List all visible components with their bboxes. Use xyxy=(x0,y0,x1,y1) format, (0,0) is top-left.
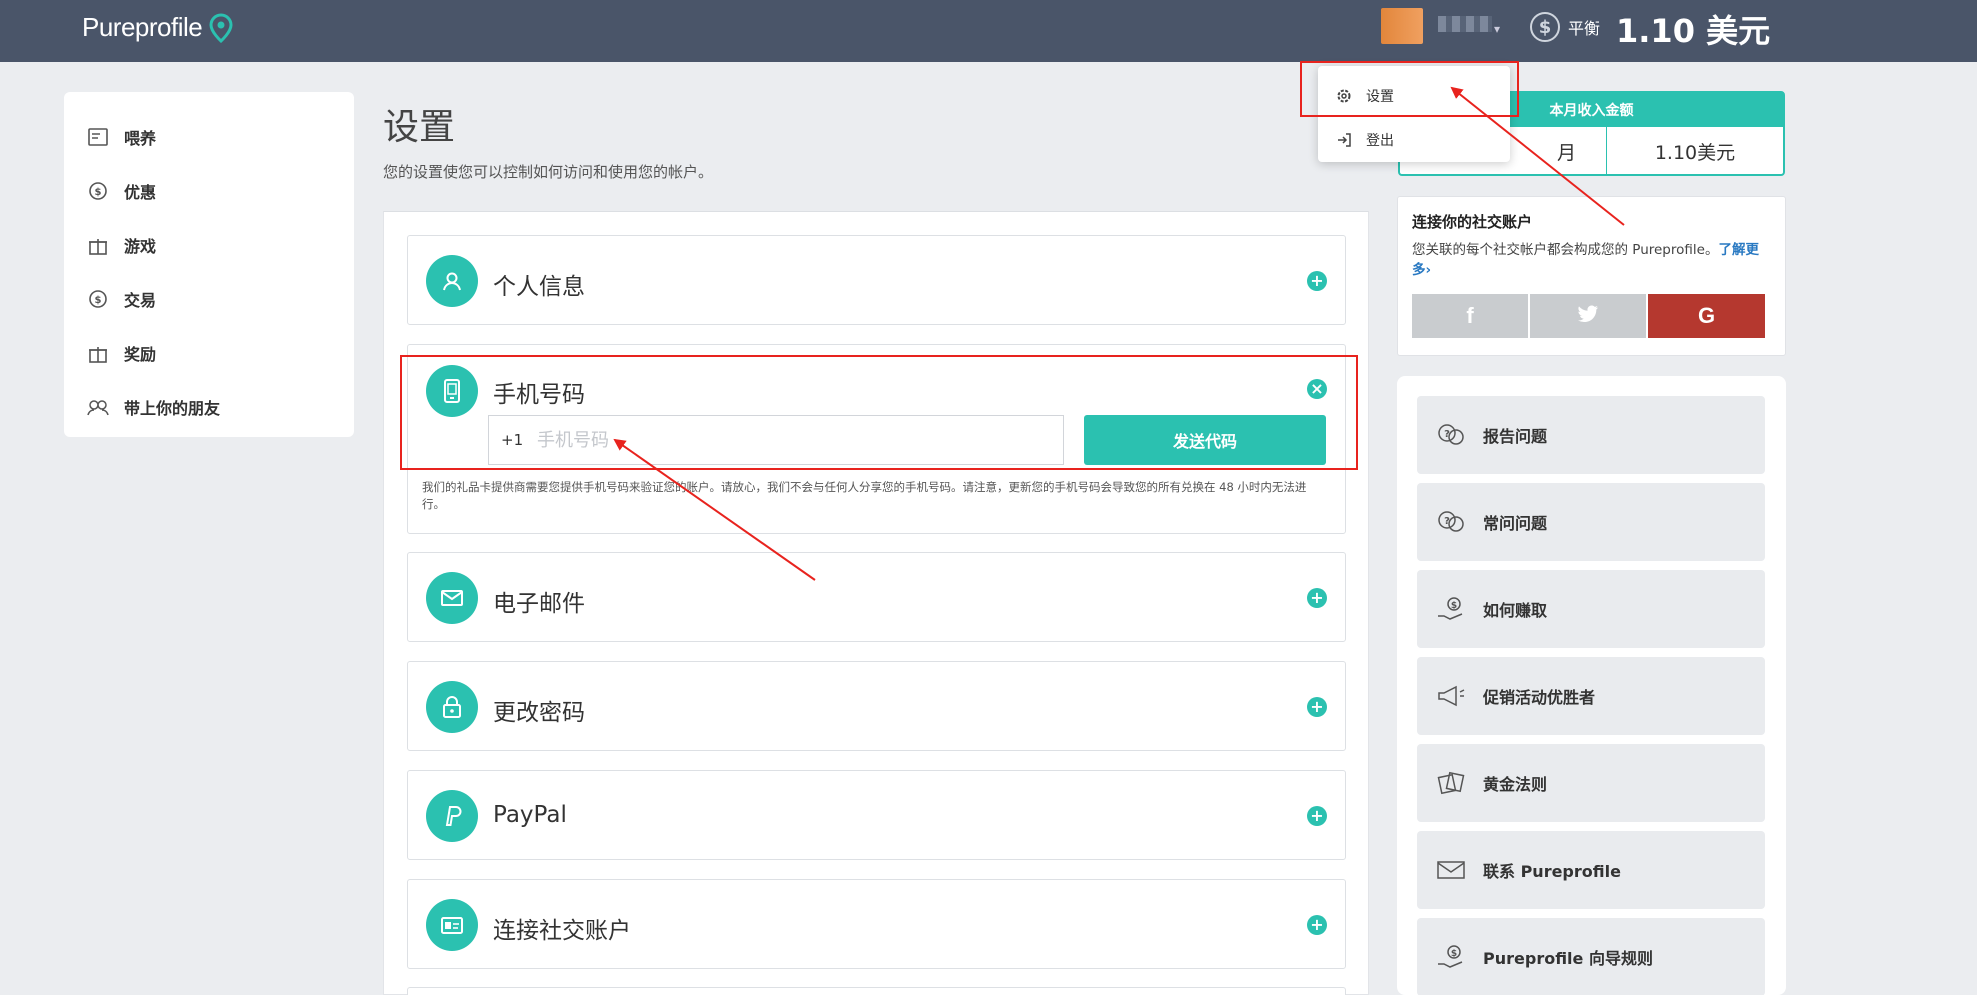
svg-text:$: $ xyxy=(95,295,102,306)
social-text: 您关联的每个社交帐户都会构成您的 Pureprofile。了解更多› xyxy=(1412,242,1759,278)
hand-coin-icon: $ xyxy=(1435,596,1467,622)
sidebar-item-feed[interactable]: 喂养 xyxy=(64,110,354,164)
brand-logo[interactable]: Pureprofile xyxy=(82,12,234,43)
google-icon: G xyxy=(1697,303,1716,328)
section-next-partial xyxy=(407,987,1346,995)
chevron-down-icon[interactable]: ▾ xyxy=(1494,22,1500,36)
chat-question-icon: ? xyxy=(1435,510,1467,534)
avatar[interactable] xyxy=(1381,8,1423,44)
section-email[interactable]: 电子邮件 + xyxy=(407,552,1346,642)
help-item-report-issue[interactable]: ? 报告问题 xyxy=(1417,396,1765,474)
section-connect-social[interactable]: 连接社交账户 + xyxy=(407,879,1346,969)
menu-item-logout[interactable]: 登出 xyxy=(1318,118,1510,162)
chat-question-icon: ? xyxy=(1435,423,1467,447)
help-item-label: 联系 Pureprofile xyxy=(1483,862,1621,881)
svg-text:?: ? xyxy=(1444,516,1450,527)
sidebar: 喂养 $ 优惠 游戏 $ 交易 奖励 带上你的朋友 xyxy=(64,92,354,437)
help-item-how-to-earn[interactable]: $ 如何赚取 xyxy=(1417,570,1765,648)
twitter-icon xyxy=(1577,303,1599,329)
top-bar: Pureprofile ▾ $ 平衡 1.10 美元 xyxy=(0,0,1977,62)
feed-icon xyxy=(86,126,110,148)
sidebar-item-label: 优惠 xyxy=(124,183,157,202)
sidebar-item-games[interactable]: 游戏 xyxy=(64,218,354,272)
section-personal-info[interactable]: 个人信息 + xyxy=(407,235,1346,325)
sidebar-item-label: 带上你的朋友 xyxy=(124,399,221,418)
envelope-icon xyxy=(1435,859,1467,881)
google-button[interactable]: G xyxy=(1648,294,1765,338)
sidebar-item-label: 奖励 xyxy=(124,345,157,364)
sidebar-item-label: 游戏 xyxy=(124,237,157,256)
svg-text:$: $ xyxy=(95,187,102,198)
expand-plus-icon[interactable]: + xyxy=(1307,588,1327,608)
balance-amount: 1.10 美元 xyxy=(1616,12,1771,50)
offers-icon: $ xyxy=(86,180,110,202)
paypal-icon xyxy=(426,790,478,842)
section-title: 个人信息 xyxy=(493,274,585,300)
annotation-box-phone xyxy=(400,355,1358,470)
tickets-icon xyxy=(1435,771,1467,795)
help-item-label: 报告问题 xyxy=(1483,427,1548,446)
menu-item-label: 登出 xyxy=(1366,133,1394,149)
sidebar-item-offers[interactable]: $ 优惠 xyxy=(64,164,354,218)
help-item-promo-winners[interactable]: 促销活动优胜者 xyxy=(1417,657,1765,735)
sidebar-item-label: 交易 xyxy=(124,291,157,310)
expand-plus-icon[interactable]: + xyxy=(1307,271,1327,291)
twitter-button[interactable] xyxy=(1530,294,1646,338)
help-item-label: 促销活动优胜者 xyxy=(1483,688,1596,707)
section-title: 连接社交账户 xyxy=(493,918,631,944)
trade-icon: $ xyxy=(86,288,110,310)
logout-icon xyxy=(1334,132,1354,148)
megaphone-icon xyxy=(1435,684,1467,708)
facebook-button[interactable]: f xyxy=(1412,294,1528,338)
dollar-coin-icon: $ xyxy=(1530,12,1560,42)
help-item-label: Pureprofile 向导规则 xyxy=(1483,949,1653,968)
help-item-golden-rules[interactable]: 黄金法则 xyxy=(1417,744,1765,822)
help-item-label: 如何赚取 xyxy=(1483,601,1548,620)
help-panel: ? 报告问题 ? 常问问题 $ 如何赚取 促销活动优胜者 黄金法则 联系 Pur… xyxy=(1397,376,1786,995)
page-title: 设置 xyxy=(383,107,456,148)
gift-icon xyxy=(86,342,110,364)
lock-icon xyxy=(426,681,478,733)
help-item-guide-rules[interactable]: $ Pureprofile 向导规则 xyxy=(1417,918,1765,995)
phone-note: 我们的礼品卡提供商需要您提供手机号码来验证您的账户。请放心，我们不会与任何人分享… xyxy=(422,480,1307,511)
expand-plus-icon[interactable]: + xyxy=(1307,915,1327,935)
location-pin-icon xyxy=(209,12,233,43)
page-subtitle: 您的设置使您可以控制如何访问和使用您的帐户。 xyxy=(383,163,714,181)
section-paypal[interactable]: PayPal + xyxy=(407,770,1346,860)
section-title: PayPal xyxy=(493,802,567,828)
username-blurred[interactable] xyxy=(1438,16,1492,32)
social-buttons: f G xyxy=(1412,294,1765,338)
svg-text:$: $ xyxy=(1451,601,1457,611)
svg-text:?: ? xyxy=(1444,429,1450,440)
sidebar-item-rewards[interactable]: 奖励 xyxy=(64,326,354,380)
expand-plus-icon[interactable]: + xyxy=(1307,697,1327,717)
section-title: 电子邮件 xyxy=(493,591,585,617)
social-title: 连接你的社交账户 xyxy=(1412,213,1533,231)
facebook-icon: f xyxy=(1466,303,1474,328)
balance-label: 平衡 xyxy=(1568,19,1601,38)
gift-icon xyxy=(86,234,110,256)
friends-icon xyxy=(86,396,110,418)
svg-text:$: $ xyxy=(1451,949,1457,959)
brand-name: Pureprofile xyxy=(82,12,203,42)
annotation-box-settings xyxy=(1300,61,1519,117)
help-item-label: 常问问题 xyxy=(1483,514,1548,533)
help-item-label: 黄金法则 xyxy=(1483,775,1548,794)
sidebar-item-friends[interactable]: 带上你的朋友 xyxy=(64,380,354,434)
help-item-faq[interactable]: ? 常问问题 xyxy=(1417,483,1765,561)
id-card-icon xyxy=(426,899,478,951)
social-connect-card: 连接你的社交账户 您关联的每个社交帐户都会构成您的 Pureprofile。了解… xyxy=(1397,196,1786,356)
mail-icon xyxy=(426,572,478,624)
sidebar-item-label: 喂养 xyxy=(124,129,157,148)
expand-plus-icon[interactable]: + xyxy=(1307,806,1327,826)
user-icon xyxy=(426,255,478,307)
help-item-contact[interactable]: 联系 Pureprofile xyxy=(1417,831,1765,909)
section-change-password[interactable]: 更改密码 + xyxy=(407,661,1346,751)
sidebar-item-trade[interactable]: $ 交易 xyxy=(64,272,354,326)
section-title: 更改密码 xyxy=(493,700,585,726)
earnings-amount: 1.10美元 xyxy=(1606,127,1783,176)
hand-coin-icon: $ xyxy=(1435,944,1467,970)
